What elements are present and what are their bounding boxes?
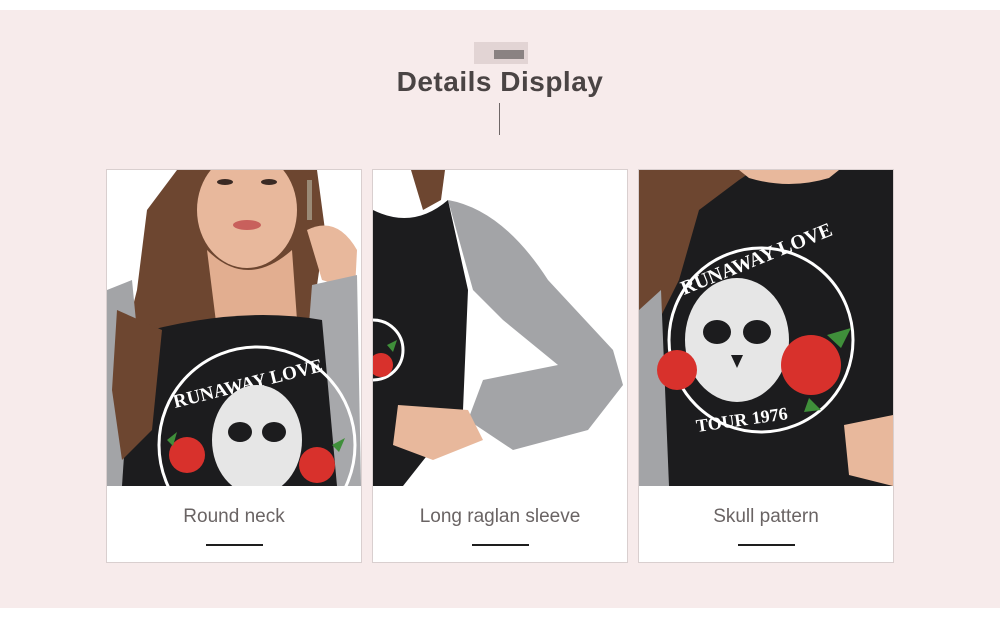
product-photo-skull-pattern[interactable]: RUNAWAY LOVE TOUR 1976 [639,170,893,486]
caption-round-neck: Round neck [183,506,285,527]
product-photo-round-neck[interactable]: RUNAWAY LOVE [107,170,361,486]
caption-underline [472,544,529,546]
detail-card-round-neck[interactable]: RUNAWAY LOVE Round neck [106,169,362,563]
caption-skull-pattern: Skull pattern [713,506,819,527]
title-divider [499,103,500,135]
header-decoration-bar [494,50,524,59]
section-title: Details Display [396,66,604,97]
caption-underline [738,544,795,546]
product-photo-raglan-sleeve[interactable] [373,170,627,486]
caption-raglan-sleeve: Long raglan sleeve [419,506,581,527]
detail-card-skull-pattern[interactable]: RUNAWAY LOVE TOUR 1976 Skull pattern [638,169,894,563]
header-decoration [474,42,528,64]
caption-underline [206,544,263,546]
detail-card-raglan-sleeve[interactable]: Long raglan sleeve [372,169,628,563]
